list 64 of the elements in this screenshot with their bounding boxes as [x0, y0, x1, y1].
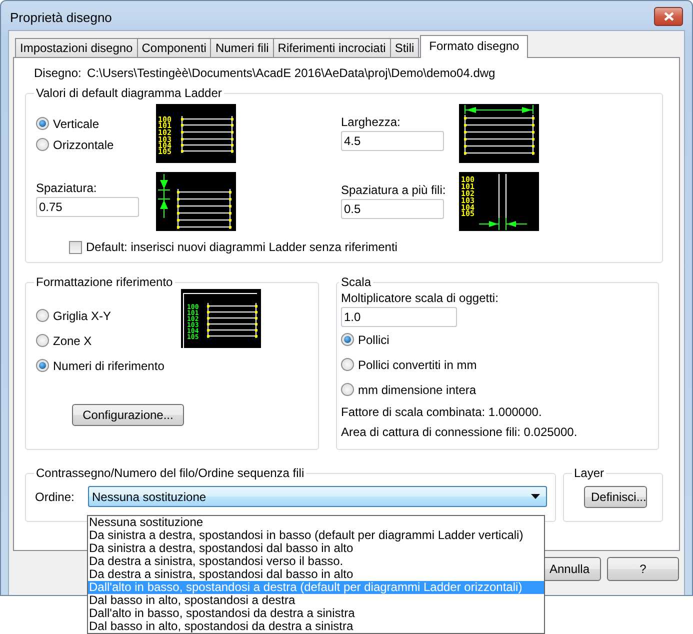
- radio-button[interactable]: [36, 334, 49, 347]
- radio-button[interactable]: [36, 359, 49, 372]
- tab[interactable]: Componenti: [136, 38, 212, 57]
- radio-button[interactable]: [341, 333, 354, 346]
- dimension-arrow: [158, 174, 170, 218]
- info-text: Fattore di scala combinata: 1.000000.: [341, 404, 543, 421]
- ladder-drawing: [181, 116, 234, 154]
- dropdown-option[interactable]: Dal basso in alto, spostandosi da destra a sinistra: [88, 620, 544, 633]
- dropdown-option[interactable]: Nessuna sostituzione: [88, 516, 544, 529]
- input-field[interactable]: 4.5: [341, 131, 444, 151]
- dropdown-arrow-icon: [531, 494, 540, 499]
- radio-label: Pollici convertiti in mm: [358, 358, 477, 372]
- radio-button[interactable]: [36, 117, 49, 130]
- tab[interactable]: Impostazioni disegno: [15, 38, 138, 57]
- field-label: Disegno:: [34, 66, 82, 80]
- configuration-button[interactable]: Configurazione...: [72, 404, 184, 426]
- checkbox-label: Default: inserisci nuovi diagrammi Ladder senza riferimenti: [86, 240, 398, 254]
- ladder-drawing: [464, 114, 534, 156]
- field-label: Ordine:: [35, 490, 76, 504]
- radio-label: Griglia X-Y: [53, 308, 112, 322]
- dimension-arrow: [464, 104, 534, 114]
- input-field[interactable]: 0.75: [36, 197, 139, 217]
- field-label: Spaziatura:: [36, 181, 98, 195]
- checkbox[interactable]: [69, 240, 82, 254]
- group-title: Layer: [573, 466, 606, 480]
- group-title: Contrassegno/Numero del filo/Ordine sequenza fili: [35, 466, 306, 480]
- tab[interactable]: Numeri fili: [210, 38, 274, 57]
- dialog-button[interactable]: ?: [607, 557, 679, 581]
- field-label: Spaziatura a più fili:: [341, 183, 444, 197]
- dropdown-option[interactable]: Dall'alto in basso, spostandosi da destra a sinistra: [88, 607, 544, 620]
- radio-label: Pollici: [358, 332, 390, 346]
- input-field[interactable]: 1.0: [341, 307, 457, 327]
- define-button[interactable]: Definisci...: [584, 486, 647, 508]
- group-title: Scala: [340, 275, 372, 289]
- radio-label: Verticale: [53, 116, 100, 130]
- ladder-drawing: [498, 174, 506, 220]
- ladder-drawing: [177, 188, 232, 230]
- dropdown-option[interactable]: Da sinistra a destra, spostandosi in basso (default per diagrammi Ladder verticali): [88, 529, 544, 542]
- radio-button[interactable]: [341, 383, 354, 396]
- tab[interactable]: Formato disegno: [420, 35, 528, 58]
- radio-label: Zone X: [53, 334, 92, 348]
- dropdown-option[interactable]: Dal basso in alto, spostandosi a destra: [88, 594, 544, 607]
- dropdown[interactable]: Nessuna sostituzione: [88, 486, 547, 507]
- tab[interactable]: Riferimenti incrociati: [272, 38, 391, 57]
- dimension-arrow: [478, 218, 528, 230]
- radio-label: Numeri di riferimento: [53, 358, 164, 372]
- radio-label: mm dimensione intera: [358, 382, 476, 396]
- tab[interactable]: Stili: [390, 38, 420, 57]
- field-label: Larghezza:: [341, 115, 402, 129]
- close-button[interactable]: [654, 7, 683, 26]
- radio-button[interactable]: [341, 358, 354, 371]
- field-label: Moltiplicatore scala di oggetti:: [341, 291, 500, 305]
- radio-button[interactable]: [36, 138, 49, 151]
- window-title: Proprietà disegno: [10, 8, 112, 24]
- group-title: Valori di default diagramma Ladder: [35, 86, 223, 100]
- close-icon: [664, 12, 674, 21]
- input-field[interactable]: 0.5: [341, 199, 444, 219]
- radio-label: Orizzontale: [53, 138, 114, 152]
- radio-button[interactable]: [36, 309, 49, 322]
- group-title: Formattazione riferimento: [35, 275, 174, 289]
- dropdown-option[interactable]: Da sinistra a destra, spostandosi dal basso in alto: [88, 542, 544, 555]
- file-path: C:\Users\Testingèè\Documents\AcadE 2016\AeData\proj\Demo\demo04.dwg: [87, 66, 496, 80]
- info-text: Area di cattura di connessione fili: 0.025000.: [341, 424, 578, 441]
- ladder-drawing: [207, 302, 258, 338]
